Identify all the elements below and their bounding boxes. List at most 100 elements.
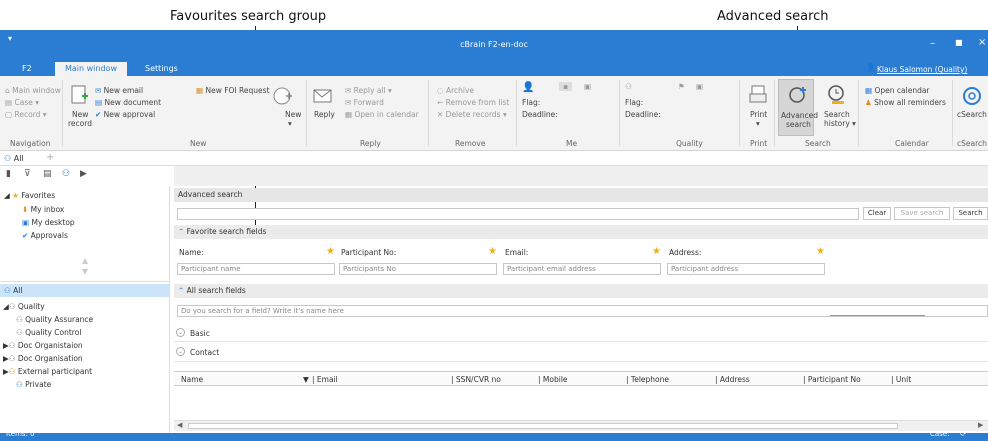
separator	[516, 80, 517, 146]
col-unit[interactable]: | Unit	[891, 375, 911, 384]
tab-settings[interactable]: Settings	[145, 62, 178, 76]
email-icon: ✉	[95, 86, 104, 95]
col-address[interactable]: | Address	[715, 375, 750, 384]
col-name[interactable]: Name	[181, 375, 203, 384]
show-all-reminders-button[interactable]: ♟ Show all reminders	[865, 98, 946, 107]
scroll-right-icon[interactable]: ▶	[978, 421, 983, 429]
participant-no-input[interactable]: Participants No	[339, 263, 497, 275]
new-approval-button[interactable]: ✔ New approval	[95, 110, 155, 119]
tree-doc-organisation[interactable]: ▶⚇ Doc Organisation	[3, 354, 83, 363]
save-search-button[interactable]: Save search	[894, 207, 950, 220]
col-email[interactable]: | Email	[312, 375, 338, 384]
approvals-icon: ✔	[22, 231, 31, 240]
collapse-up-icon[interactable]: ▲	[82, 256, 88, 265]
new-document-button[interactable]: ▤ New document	[95, 98, 161, 107]
advanced-search-button[interactable]: Advanced search	[778, 79, 818, 136]
tree-doc-organistaion[interactable]: ▶⚇ Doc Organistaion	[3, 341, 83, 350]
all-search-fields-header[interactable]: ⌃ All search fields	[174, 284, 988, 298]
tree-all-row[interactable]: ⚇ All	[0, 284, 169, 297]
user-link[interactable]: Klaus Salomon (Quality)	[877, 65, 967, 74]
pane-divider	[0, 281, 169, 282]
print-button[interactable]: Print	[750, 110, 767, 119]
contact-expand-icon[interactable]: ⌄	[176, 347, 185, 356]
me-flag-label: Flag:	[522, 98, 541, 107]
new-record-button[interactable]: New	[72, 110, 88, 119]
sort-desc-icon[interactable]: ▼	[303, 375, 309, 384]
sync-icon[interactable]: ⟳	[960, 429, 967, 438]
quality-calendar-icon[interactable]: ▣	[696, 82, 703, 91]
remove-from-list-button[interactable]: ← Remove from list	[437, 98, 509, 107]
horizontal-scrollbar[interactable]: ◀ ▶	[174, 420, 988, 431]
favorites-node[interactable]: ◢ ★ Favorites	[4, 191, 55, 200]
tree-private[interactable]: ⚇ Private	[16, 380, 51, 389]
search-button[interactable]: Search	[953, 207, 988, 220]
nav-main-window[interactable]: ⌂ Main window	[5, 86, 61, 95]
reply-all-button[interactable]: ✉ Reply all ▾	[345, 86, 392, 95]
email-input[interactable]: Participant email address	[503, 263, 661, 275]
participant-no-star-icon[interactable]: ★	[488, 247, 497, 257]
basic-section[interactable]: Basic	[190, 329, 210, 338]
unit-icon: ⚇	[8, 354, 18, 363]
section-divider	[174, 361, 988, 362]
advanced-search-input[interactable]	[177, 208, 859, 220]
open-calendar-button[interactable]: ▦ Open calendar	[865, 86, 930, 95]
print-dropdown[interactable]: ▾	[756, 119, 760, 128]
list-view-icon[interactable]: ▤	[43, 169, 52, 179]
me-calendar-icon[interactable]: ▣	[584, 82, 591, 91]
tab-main-window[interactable]: Main window	[55, 62, 127, 76]
tab-all[interactable]: ⚇ All	[4, 154, 24, 163]
name-input[interactable]: Participant name	[177, 263, 335, 275]
separator	[619, 80, 620, 146]
new-record-icon	[71, 85, 88, 104]
name-star-icon[interactable]: ★	[326, 247, 335, 257]
filter-view-icon[interactable]: ⊽	[24, 169, 31, 179]
tree-external-participant[interactable]: ▶⚇ External participant	[3, 367, 92, 376]
favorite-search-fields-header[interactable]: ⌃ Favorite search fields	[174, 225, 988, 239]
nav-case[interactable]: ▤ Case ▾	[5, 98, 39, 107]
tree-quality-control[interactable]: ⚇ Quality Control	[16, 328, 81, 337]
quality-flag-icon[interactable]: ⚑	[678, 82, 685, 91]
basic-expand-icon[interactable]: ⌄	[176, 328, 185, 337]
add-tab-button[interactable]: +	[46, 152, 54, 163]
forward-button[interactable]: ✉ Forward	[345, 98, 384, 107]
new-foi-request-button[interactable]: ▦ New FOI Request	[196, 86, 270, 95]
fav-item-my-desktop[interactable]: ▣ My desktop	[22, 218, 75, 227]
me-deadline-label: Deadline:	[522, 110, 558, 119]
close-icon[interactable]: ×	[978, 37, 986, 48]
nav-record[interactable]: ▢ Record ▾	[5, 110, 47, 119]
maximize-icon[interactable]: ■	[955, 38, 963, 47]
reply-button[interactable]: Reply	[314, 110, 335, 119]
col-participant-no[interactable]: | Participant No	[803, 375, 861, 384]
open-in-calendar-button[interactable]: ▦ Open in calendar	[345, 110, 419, 119]
col-mobile[interactable]: | Mobile	[538, 375, 568, 384]
star-icon: ★	[12, 191, 22, 200]
me-flag-icon[interactable]: ▪	[559, 82, 573, 91]
fav-item-my-inbox[interactable]: ⬇ My inbox	[22, 205, 64, 214]
participants-view-icon[interactable]: ⚇	[62, 169, 70, 179]
callout-advanced-search: Advanced search	[717, 9, 829, 24]
collapse-down-icon[interactable]: ▼	[82, 267, 88, 276]
csearch-button[interactable]: cSearch	[957, 110, 987, 119]
new-chat-button[interactable]: New	[285, 110, 301, 119]
scroll-thumb[interactable]	[188, 423, 898, 429]
tree-quality[interactable]: ◢⚇ Quality	[3, 302, 45, 311]
archive-button[interactable]: ◌ Archive	[437, 86, 474, 95]
document-view-icon[interactable]: ▮	[6, 169, 11, 179]
contact-section[interactable]: Contact	[190, 348, 219, 357]
quality-flag-label: Flag:	[625, 98, 644, 107]
new-email-button[interactable]: ✉ New email	[95, 86, 143, 95]
clear-button[interactable]: Clear	[863, 207, 891, 220]
email-star-icon[interactable]: ★	[652, 247, 661, 257]
address-input[interactable]: Participant address	[667, 263, 825, 275]
minimize-icon[interactable]: –	[930, 38, 935, 49]
tree-quality-assurance[interactable]: ⚇ Quality Assurance	[16, 315, 93, 324]
case-view-icon[interactable]: ▶	[80, 169, 87, 179]
address-star-icon[interactable]: ★	[816, 247, 825, 257]
fav-item-approvals[interactable]: ✔ Approvals	[22, 231, 68, 240]
search-history-button[interactable]: Search	[824, 110, 850, 119]
delete-records-button[interactable]: ✕ Delete records ▾	[437, 110, 507, 119]
col-ssn[interactable]: | SSN/CVR no	[451, 375, 501, 384]
scroll-left-icon[interactable]: ◀	[177, 421, 182, 429]
col-telephone[interactable]: | Telephone	[626, 375, 669, 384]
tab-f2[interactable]: F2	[22, 62, 32, 76]
